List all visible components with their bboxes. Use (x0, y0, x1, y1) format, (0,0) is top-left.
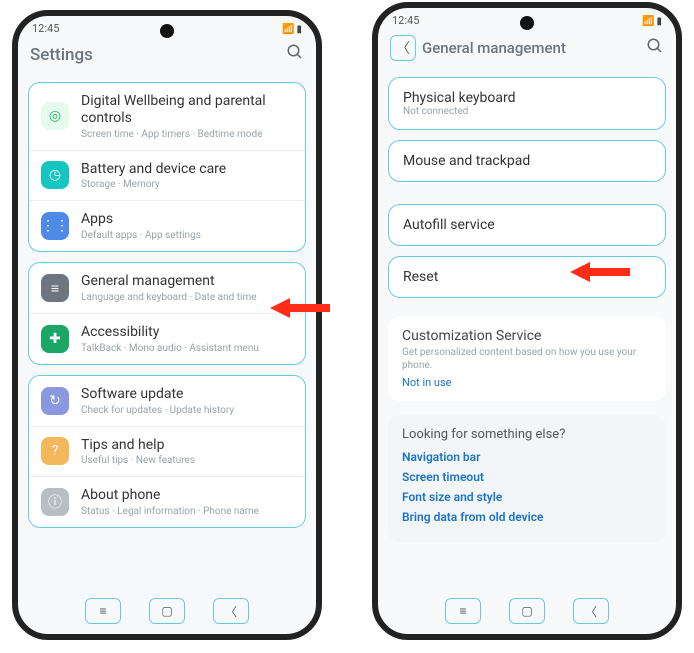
gm-item-mouse-and-trackpad[interactable]: Mouse and trackpad (389, 141, 665, 181)
nav-bar: ≡ ▢ 〈 (378, 598, 676, 624)
footer-title: Looking for something else? (402, 427, 652, 442)
front-camera (160, 24, 174, 38)
settings-group-2: ≡ General management Language and keyboard… (28, 262, 306, 365)
item-title: General management (81, 273, 257, 290)
item-title: Accessibility (81, 324, 259, 341)
item-subtitle: Status · Legal information · Phone name (81, 506, 259, 517)
gm-item-physical-keyboard[interactable]: Physical keyboardNot connected (389, 78, 665, 129)
battery-icon: ◷ (41, 161, 69, 189)
cust-title: Customization Service (402, 328, 652, 344)
search-icon[interactable] (646, 37, 664, 60)
cust-sub: Get personalized content based on how yo… (402, 346, 652, 372)
footer-link[interactable]: Bring data from old device (402, 510, 652, 524)
header: 〈 General management (378, 29, 676, 69)
nav-bar: ≡ ▢ 〈 (18, 598, 316, 624)
tips-icon: ? (41, 437, 69, 465)
back-button[interactable]: 〈 (213, 598, 249, 624)
item-subtitle: Not connected (403, 106, 651, 117)
settings-item-update[interactable]: ↻ Software update Check for updates · Upda… (29, 376, 305, 427)
accessibility-icon: ✚ (41, 325, 69, 353)
cust-status: Not in use (402, 376, 652, 389)
wellbeing-icon: ◎ (41, 102, 69, 130)
update-icon: ↻ (41, 387, 69, 415)
phone-right: 12:45 📶▮ 〈 General management Physical k… (372, 2, 682, 640)
item-title: Apps (81, 211, 201, 228)
page-title: Settings (30, 45, 93, 65)
item-title: About phone (81, 487, 259, 504)
customization-service[interactable]: Customization Service Get personalized co… (388, 316, 666, 401)
item-subtitle: TalkBack · Mono audio · Assistant menu (81, 343, 259, 354)
gm-list: Physical keyboardNot connected Mouse and … (378, 69, 676, 585)
item-title: Autofill service (403, 217, 651, 233)
looking-for-block: Looking for something else? Navigation ba… (388, 415, 666, 542)
recent-apps-button[interactable]: ≡ (85, 598, 121, 624)
status-time: 12:45 (392, 14, 419, 27)
settings-list: ◎ Digital Wellbeing and parental controls… (18, 74, 316, 582)
settings-item-wellbeing[interactable]: ◎ Digital Wellbeing and parental controls… (29, 83, 305, 151)
page-title: General management (422, 39, 566, 57)
footer-link[interactable]: Navigation bar (402, 450, 652, 464)
back-button[interactable]: 〈 (573, 598, 609, 624)
phone-left: 12:45 📶▮ Settings ◎ Digital Wellbeing and… (12, 10, 322, 640)
search-icon[interactable] (286, 43, 304, 66)
item-title: Tips and help (81, 437, 195, 454)
callout-arrow-general-management (270, 296, 330, 320)
settings-item-about[interactable]: ⓘ About phone Status · Legal information ·… (29, 477, 305, 527)
settings-item-apps[interactable]: ⋮⋮ Apps Default apps · App settings (29, 201, 305, 251)
home-button[interactable]: ▢ (509, 598, 545, 624)
item-subtitle: Default apps · App settings (81, 230, 201, 241)
item-subtitle: Screen time · App timers · Bedtime mode (81, 129, 293, 140)
general-icon: ≡ (41, 274, 69, 302)
settings-item-tips[interactable]: ? Tips and helpUseful tips · New features (29, 427, 305, 478)
status-icons: 📶▮ (280, 22, 302, 35)
status-time: 12:45 (32, 22, 59, 35)
item-subtitle: Storage · Memory (81, 179, 226, 190)
item-title: Software update (81, 386, 234, 403)
item-subtitle: Language and keyboard · Date and time (81, 292, 257, 303)
front-camera (520, 16, 534, 30)
settings-group-1: ◎ Digital Wellbeing and parental controls… (28, 82, 306, 252)
footer-link[interactable]: Font size and style (402, 490, 652, 504)
callout-arrow-reset (570, 260, 630, 284)
settings-item-general[interactable]: ≡ General management Language and keyboard… (29, 263, 305, 314)
item-title: Physical keyboard (403, 90, 651, 106)
settings-group-3: ↻ Software update Check for updates · Upda… (28, 375, 306, 528)
back-button[interactable]: 〈 (390, 35, 416, 61)
apps-icon: ⋮⋮ (41, 212, 69, 240)
item-title: Mouse and trackpad (403, 153, 651, 169)
status-icons: 📶▮ (640, 14, 662, 27)
item-title: Digital Wellbeing and parental controls (81, 93, 293, 127)
recent-apps-button[interactable]: ≡ (445, 598, 481, 624)
gm-item-autofill-service[interactable]: Autofill service (389, 205, 665, 245)
about-icon: ⓘ (41, 488, 69, 516)
settings-item-accessibility[interactable]: ✚ Accessibility TalkBack · Mono audio · As… (29, 314, 305, 364)
item-subtitle: Useful tips · New features (81, 455, 195, 466)
header: Settings (18, 37, 316, 74)
footer-link[interactable]: Screen timeout (402, 470, 652, 484)
home-button[interactable]: ▢ (149, 598, 185, 624)
item-subtitle: Check for updates · Update history (81, 405, 234, 416)
item-title: Battery and device care (81, 161, 226, 178)
settings-item-battery[interactable]: ◷ Battery and device careStorage · Memory (29, 151, 305, 202)
